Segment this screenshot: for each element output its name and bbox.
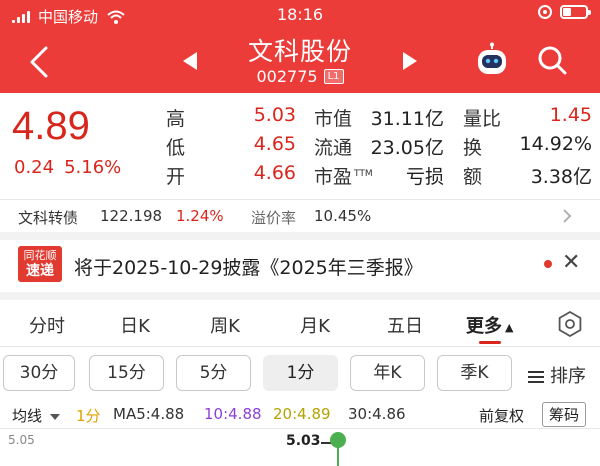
section-gap	[0, 292, 600, 300]
indicator-selector[interactable]: 均线	[12, 405, 61, 426]
turnover-value: 14.92%	[519, 133, 592, 155]
float-value: 23.05亿	[370, 137, 444, 159]
open-value: 4.66	[253, 162, 296, 184]
current-point-line	[337, 447, 339, 466]
tab-intraday[interactable]: 分时	[22, 312, 72, 338]
interval-5min-button[interactable]: 5分	[176, 355, 251, 391]
stock-title: 文科股份	[247, 37, 352, 66]
chevron-right-icon	[563, 209, 572, 223]
news-headline[interactable]: 将于2025-10-29披露《2025年三季报》	[74, 253, 423, 280]
pe-label-text: 市盈	[314, 166, 353, 188]
year-k-button[interactable]: 年K	[350, 355, 425, 391]
ma30-value: 30:4.86	[348, 405, 406, 423]
tab-five-day[interactable]: 五日	[380, 312, 430, 338]
current-point-dot	[330, 432, 346, 448]
mktcap-label: 市值	[314, 108, 353, 130]
change-percent: 5.16%	[64, 157, 122, 178]
caret-up-icon: ▲	[505, 320, 514, 334]
season-k-button[interactable]: 季K	[437, 355, 512, 391]
dropdown-icon	[50, 413, 61, 420]
open-label: 开	[166, 166, 186, 188]
ma10-value: 10:4.88	[204, 405, 262, 423]
sort-button[interactable]: 排序	[528, 362, 586, 388]
news-logo: 同花顺 速递	[18, 246, 62, 282]
sort-label: 排序	[550, 366, 586, 387]
amount-label: 额	[463, 166, 483, 188]
stock-code: 002775	[256, 67, 318, 86]
pe-label: 市盈 TTM	[314, 162, 373, 189]
mktcap-value: 31.11亿	[370, 108, 444, 130]
interval-15min-button[interactable]: 15分	[89, 355, 164, 391]
low-value: 4.65	[253, 133, 296, 155]
volratio-label: 量比	[463, 108, 502, 130]
high-value: 5.03	[253, 104, 296, 126]
status-right	[538, 5, 591, 19]
ma20-value: 20:4.89	[273, 405, 331, 423]
adjust-mode[interactable]: 前复权	[479, 405, 524, 426]
header-bar: 中国移动 18:16 文科股份 002775 L1	[0, 0, 600, 93]
interval-30min-button[interactable]: 30分	[3, 355, 75, 391]
status-time: 18:16	[276, 5, 324, 24]
volratio-value: 1.45	[549, 104, 592, 126]
status-bar: 中国移动 18:16	[0, 0, 600, 30]
news-logo-line2: 速递	[26, 263, 54, 279]
tab-day-k[interactable]: 日K	[110, 312, 160, 338]
high-label: 高	[166, 108, 186, 130]
convertible-bond-row[interactable]: 文科转债 122.198 1.24% 溢价率 10.45%	[0, 200, 600, 232]
bond-percent: 1.24%	[176, 207, 224, 225]
interval-1min-button[interactable]: 1分	[263, 355, 338, 391]
ai-assistant-icon[interactable]	[474, 42, 510, 78]
turnover-label: 换	[463, 137, 483, 159]
pe-ttm-tag: TTM	[354, 168, 373, 179]
indicator-selector-label: 均线	[12, 407, 43, 425]
divider	[0, 346, 600, 347]
ma-period: 1分	[76, 407, 101, 425]
chip-distribution-button[interactable]: 筹码	[542, 402, 587, 427]
low-label: 低	[166, 137, 186, 159]
unread-dot-icon	[544, 260, 552, 268]
tab-more[interactable]: 更多 ▲	[466, 312, 526, 338]
tab-more-label: 更多	[466, 316, 502, 337]
rotation-lock-icon	[538, 5, 552, 19]
stock-code-row: 002775 L1	[0, 66, 600, 86]
change-value: 0.24	[14, 157, 55, 178]
next-stock-button[interactable]	[403, 52, 417, 70]
active-tab-indicator	[479, 341, 501, 344]
float-label: 流通	[314, 137, 353, 159]
tab-month-k[interactable]: 月K	[290, 312, 340, 338]
ma5-value: MA5:4.88	[113, 405, 185, 423]
premium-value: 10.45%	[314, 207, 372, 225]
current-price: 4.89	[12, 104, 90, 148]
high-marker-label: 5.03	[286, 433, 321, 449]
bond-label: 文科转债	[18, 209, 79, 227]
list-icon	[528, 368, 544, 386]
news-logo-line1: 同花顺	[23, 249, 57, 262]
axis-max-label: 5.05	[8, 433, 35, 447]
search-icon[interactable]	[536, 44, 568, 76]
price-change: 0.24 5.16%	[14, 157, 121, 178]
level-badge: L1	[323, 69, 344, 84]
amount-value: 3.38亿	[530, 166, 592, 188]
period-tabs: 分时 日K 周K 月K 五日 更多 ▲	[0, 300, 600, 346]
kline-chart[interactable]: 5.05 5.03	[0, 428, 600, 466]
section-gap	[0, 232, 600, 240]
bond-price: 122.198	[100, 207, 163, 225]
premium-label: 溢价率	[251, 209, 297, 227]
battery-icon	[560, 5, 591, 19]
tab-week-k[interactable]: 周K	[200, 312, 250, 338]
pe-value: 亏损	[405, 166, 444, 188]
ma-indicator-row: 均线 1分 MA5:4.88 10:4.88 20:4.89 30:4.86 前…	[0, 402, 600, 428]
settings-icon[interactable]	[557, 311, 583, 337]
close-icon[interactable]: ✕	[562, 250, 580, 275]
